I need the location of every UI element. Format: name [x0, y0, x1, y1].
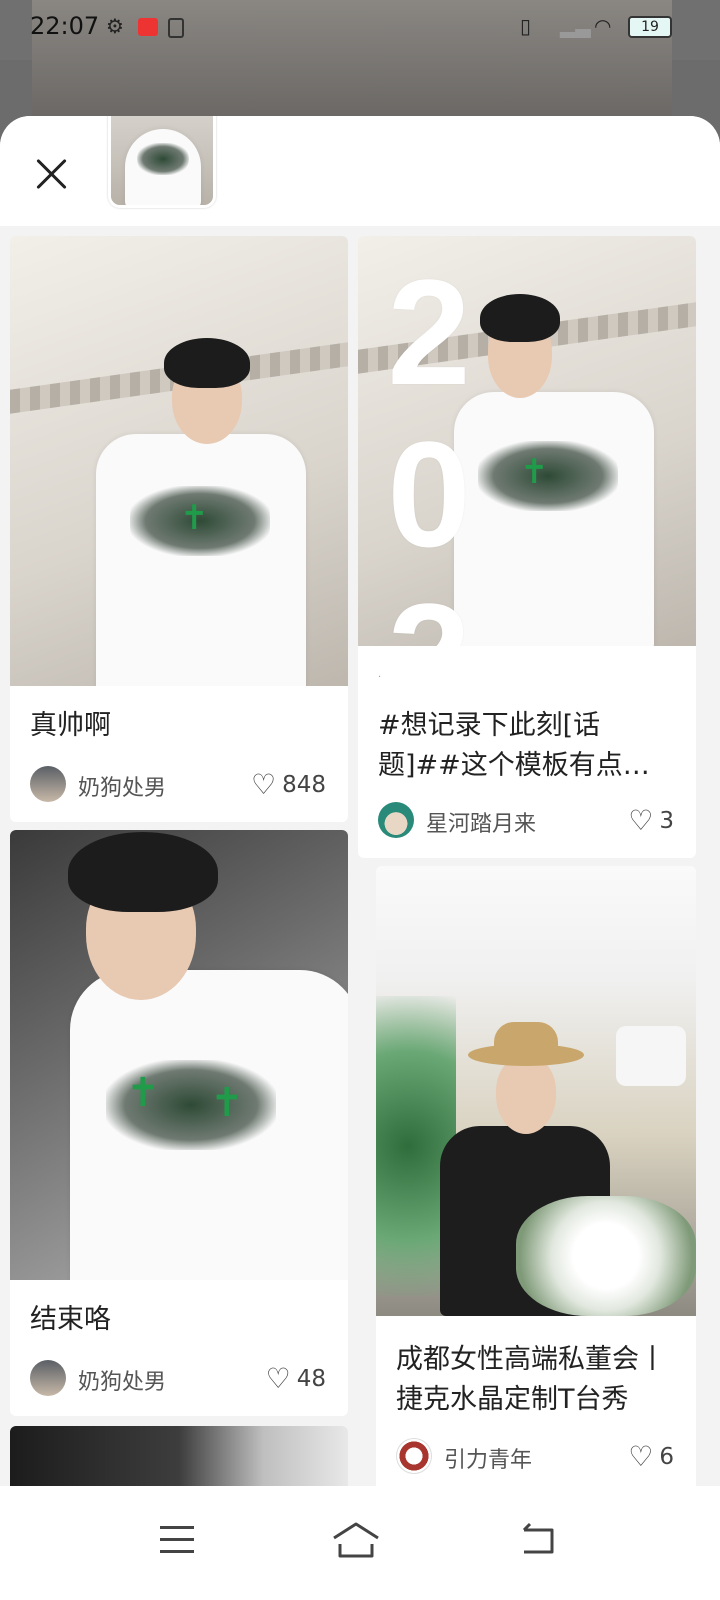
author-name[interactable]: 奶狗处男: [78, 1364, 166, 1396]
like-button[interactable]: ♡ 848: [251, 768, 326, 801]
author-avatar[interactable]: [396, 1438, 432, 1474]
battery-indicator: 19: [628, 16, 672, 38]
note-cover-image[interactable]: [376, 866, 696, 1316]
note-title[interactable]: #想记录下此刻[话题]##这个模板有点…: [378, 706, 676, 786]
author-avatar[interactable]: [30, 766, 66, 802]
wifi-icon: ◠: [594, 14, 612, 38]
like-count: 848: [282, 771, 326, 798]
like-button[interactable]: ♡ 48: [266, 1362, 326, 1395]
note-title[interactable]: 结束咯: [30, 1300, 328, 1340]
signal-icon: ▂▃: [560, 14, 591, 38]
note-card[interactable]: ✝ ✝ 结束咯 奶狗处男 ♡ 48: [10, 830, 348, 1416]
back-icon[interactable]: [508, 1512, 568, 1572]
vibrate-icon: ▯: [520, 14, 532, 38]
heart-icon: ♡: [628, 1440, 654, 1473]
author-avatar[interactable]: [30, 1360, 66, 1396]
author-name[interactable]: 星河踏月来: [426, 806, 536, 838]
related-notes-sheet: ✝ 真帅啊 奶狗处男 ♡ 848 ✝ 2023 · #想记录下此刻[话题]##这…: [0, 116, 720, 1506]
menu-icon[interactable]: [148, 1512, 208, 1572]
like-count: 3: [659, 807, 674, 834]
heart-icon: ♡: [628, 804, 654, 837]
note-cover-image[interactable]: ✝ ✝: [10, 830, 348, 1280]
source-image-thumbnail[interactable]: [108, 116, 216, 208]
note-cover-image[interactable]: ✝ 2023: [358, 236, 696, 646]
heart-icon: ♡: [250, 768, 277, 801]
note-card[interactable]: ✝ 真帅啊 奶狗处男 ♡ 848: [10, 236, 348, 822]
author-name[interactable]: 奶狗处男: [78, 770, 166, 802]
like-button[interactable]: ♡ 6: [628, 1440, 674, 1473]
sheet-header: [0, 116, 720, 226]
like-count: 48: [296, 1365, 326, 1392]
gear-icon: ⚙: [106, 14, 124, 38]
note-cover-image[interactable]: ✝: [10, 236, 348, 686]
clipboard-icon: [168, 18, 184, 38]
like-count: 6: [659, 1443, 674, 1470]
note-title[interactable]: 真帅啊: [30, 706, 328, 746]
year-overlay-text: 2023: [358, 248, 513, 646]
note-title[interactable]: 成都女性高端私董会丨捷克水晶定制T台秀: [396, 1340, 676, 1420]
status-time: 22:07: [30, 12, 100, 40]
heart-icon: ♡: [265, 1362, 291, 1395]
app-badge-icon: [138, 18, 158, 36]
home-icon[interactable]: [326, 1512, 386, 1572]
author-avatar[interactable]: [378, 802, 414, 838]
note-card[interactable]: ✝ 2023 · #想记录下此刻[话题]##这个模板有点… 星河踏月来 ♡ 3: [358, 236, 696, 858]
system-nav-bar: [0, 1486, 720, 1600]
author-name[interactable]: 引力青年: [444, 1442, 532, 1474]
note-card[interactable]: 成都女性高端私董会丨捷克水晶定制T台秀 引力青年 ♡ 6: [376, 866, 696, 1506]
status-bar: 22:07 ⚙ ▯ ▂▃ ◠ 19: [0, 0, 720, 120]
tiny-caption: ·: [378, 672, 382, 683]
close-icon[interactable]: [30, 152, 74, 196]
like-button[interactable]: ♡ 3: [628, 804, 674, 837]
